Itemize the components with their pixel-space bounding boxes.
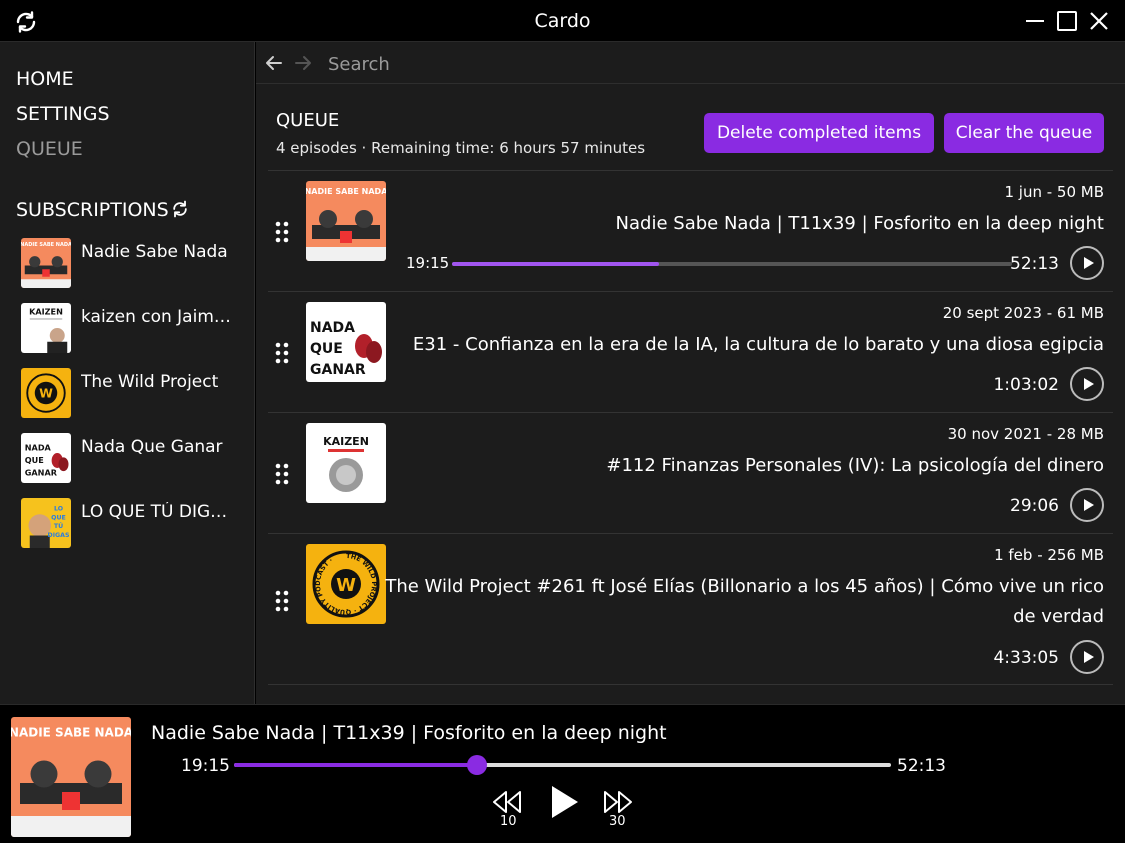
- queue-episode[interactable]: NADIE SABE NADA 1 jun - 50 MB Nadie Sabe…: [268, 170, 1113, 291]
- search-bar: [256, 42, 1125, 84]
- cover-text: NADIE SABE NADA: [306, 187, 386, 196]
- cover-text: DIGAS: [48, 532, 70, 539]
- cover-text: NADIE SABE NADA: [11, 726, 131, 740]
- episode-duration: 29:06: [1010, 496, 1059, 516]
- episode-progress-bar[interactable]: [452, 262, 1012, 266]
- sidebar: HOME SETTINGS QUEUE SUBSCRIPTIONS NADIE …: [0, 42, 255, 704]
- subscription-name: LO QUE TÚ DIGAS con Álex Fidalgo: [81, 502, 236, 522]
- cover-text: GANAR: [25, 468, 58, 478]
- subscription-name: kaizen con Jaime Rodríguez de Santiago: [81, 307, 236, 327]
- episode-meta: 1 feb - 256 MB: [994, 546, 1104, 564]
- delete-completed-button[interactable]: Delete completed items: [704, 113, 934, 153]
- forward-seconds-label: 30: [609, 814, 626, 829]
- episode-cover-image: NADA QUE GANAR: [306, 302, 386, 382]
- cover-text: LO: [54, 506, 63, 513]
- play-button[interactable]: [1070, 367, 1104, 401]
- episode-title: #112 Finanzas Personales (IV): La psicol…: [606, 455, 1104, 476]
- episode-cover-image: NADIE SABE NADA: [306, 181, 386, 261]
- episode-duration: 4:33:05: [993, 648, 1059, 668]
- nav-queue[interactable]: QUEUE: [16, 138, 83, 160]
- drag-handle-icon[interactable]: [275, 463, 289, 485]
- seek-handle[interactable]: [467, 755, 488, 775]
- main-content: QUEUE 4 episodes · Remaining time: 6 hou…: [256, 42, 1125, 704]
- episode-title: Nadie Sabe Nada | T11x39 | Fosforito en …: [615, 213, 1104, 234]
- cover-text: GANAR: [310, 362, 366, 378]
- fast-forward-icon[interactable]: [601, 789, 635, 815]
- cover-text: KAIZEN: [323, 435, 369, 448]
- subscription-name: The Wild Project: [81, 372, 219, 392]
- podcast-cover-image: W: [21, 368, 71, 418]
- play-button[interactable]: [1070, 488, 1104, 522]
- nav-home[interactable]: HOME: [16, 68, 74, 90]
- episode-cover-image: THE WILD PROJECT · QUALITY PODCAST · W: [306, 544, 386, 624]
- page-title: QUEUE: [276, 110, 340, 131]
- back-arrow-icon[interactable]: [264, 53, 284, 73]
- queue-episode[interactable]: THE WILD PROJECT · QUALITY PODCAST · W 1…: [268, 533, 1113, 685]
- queue-episode[interactable]: KAIZEN 30 nov 2021 - 28 MB #112 Finanzas…: [268, 412, 1113, 533]
- cover-text: QUE: [25, 455, 44, 465]
- player-current-time: 19:15: [181, 756, 230, 776]
- close-icon[interactable]: [1088, 10, 1110, 32]
- episode-meta: 30 nov 2021 - 28 MB: [947, 425, 1104, 443]
- podcast-cover-image: KAIZEN: [21, 303, 71, 353]
- nav-settings[interactable]: SETTINGS: [16, 103, 110, 125]
- episode-current-time: 19:15: [406, 254, 450, 272]
- episode-progress-fill: [452, 262, 660, 266]
- subscription-name: Nada Que Ganar: [81, 437, 223, 457]
- podcast-cover-image: NADIE SABE NADA: [21, 238, 71, 288]
- now-playing-title: Nadie Sabe Nada | T11x39 | Fosforito en …: [151, 722, 667, 744]
- window-title: Cardo: [534, 10, 591, 32]
- subscription-item[interactable]: LO QUE TÚ DIGAS LO QUE TÚ DIGAS con Álex…: [21, 498, 251, 548]
- subscription-item[interactable]: KAIZEN kaizen con Jaime Rodríguez de San…: [21, 303, 251, 353]
- drag-handle-icon[interactable]: [275, 590, 289, 612]
- play-button[interactable]: [1070, 640, 1104, 674]
- play-icon: [1084, 378, 1094, 390]
- cover-text: QUE: [310, 341, 343, 357]
- play-icon: [1084, 499, 1094, 511]
- subscription-name: Nadie Sabe Nada: [81, 242, 228, 262]
- subscription-item[interactable]: NADIE SABE NADA Nadie Sabe Nada: [21, 238, 251, 288]
- cover-text: NADA: [310, 320, 355, 336]
- subscriptions-title: SUBSCRIPTIONS: [16, 199, 169, 221]
- forward-arrow-icon[interactable]: [293, 53, 313, 73]
- maximize-icon[interactable]: [1056, 10, 1078, 32]
- player-seek-bar[interactable]: [234, 755, 891, 775]
- episode-meta: 20 sept 2023 - 61 MB: [942, 304, 1104, 322]
- drag-handle-icon[interactable]: [275, 221, 289, 243]
- cover-text: W: [39, 385, 53, 400]
- cover-text: W: [336, 575, 356, 596]
- episode-meta: 1 jun - 50 MB: [1004, 183, 1104, 201]
- player-bar: NADIE SABE NADA Nadie Sabe Nada | T11x39…: [0, 704, 1125, 843]
- rewind-icon[interactable]: [490, 789, 524, 815]
- clear-queue-button[interactable]: Clear the queue: [944, 113, 1104, 153]
- episode-title: E31 - Confianza en la era de la IA, la c…: [412, 334, 1104, 355]
- rewind-seconds-label: 10: [500, 814, 517, 829]
- play-button[interactable]: [1070, 246, 1104, 280]
- subscription-item[interactable]: W The Wild Project: [21, 368, 251, 418]
- play-icon: [1084, 651, 1094, 663]
- queue-episode[interactable]: NADA QUE GANAR 20 sept 2023 - 61 MB E31 …: [268, 291, 1113, 412]
- cover-text: QUE: [51, 514, 66, 521]
- search-input[interactable]: [328, 50, 728, 78]
- now-playing-cover-image: NADIE SABE NADA: [11, 717, 131, 837]
- cover-text: NADIE SABE NADA: [21, 242, 71, 248]
- episode-duration: 52:13: [1010, 254, 1059, 274]
- queue-summary: 4 episodes · Remaining time: 6 hours 57 …: [276, 139, 646, 157]
- play-icon[interactable]: [549, 784, 581, 820]
- title-bar: Cardo: [0, 0, 1125, 42]
- episode-cover-image: KAIZEN: [306, 423, 386, 503]
- subscription-item[interactable]: NADA QUE GANAR Nada Que Ganar: [21, 433, 251, 483]
- podcast-cover-image: NADA QUE GANAR: [21, 433, 71, 483]
- episode-title: The Wild Project #261 ft José Elías (Bil…: [385, 576, 1104, 627]
- minimize-icon[interactable]: [1024, 10, 1046, 32]
- refresh-icon[interactable]: [170, 199, 190, 219]
- cover-text: KAIZEN: [29, 306, 63, 316]
- player-progress-fill: [234, 763, 478, 767]
- player-duration: 52:13: [897, 756, 946, 776]
- episode-duration: 1:03:02: [993, 375, 1059, 395]
- podcast-cover-image: LO QUE TÚ DIGAS: [21, 498, 71, 548]
- drag-handle-icon[interactable]: [275, 342, 289, 364]
- play-icon: [1084, 257, 1094, 269]
- cover-text: NADA: [25, 443, 52, 453]
